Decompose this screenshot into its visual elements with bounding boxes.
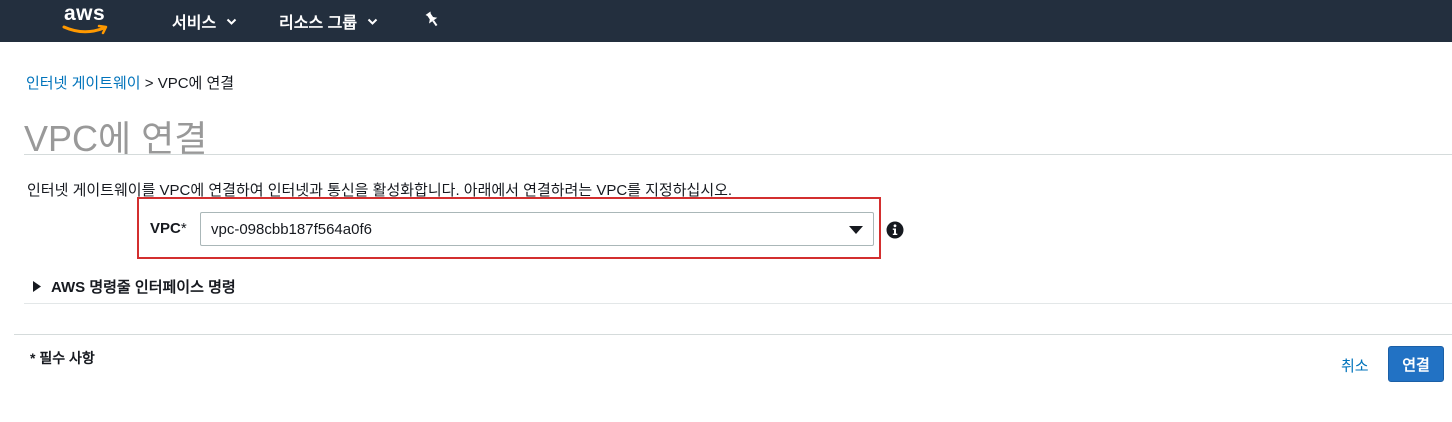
- nav-services-label: 서비스: [172, 15, 217, 32]
- title-divider: [24, 154, 1452, 155]
- aws-logo-text: aws: [64, 2, 106, 25]
- breadcrumb-current: VPC에 연결: [157, 75, 235, 92]
- vpc-field-label: VPC*: [150, 220, 187, 237]
- breadcrumb-separator: >: [140, 75, 158, 92]
- nav-resource-groups[interactable]: 리소스 그룹: [279, 9, 378, 33]
- aws-logo[interactable]: aws: [62, 2, 114, 38]
- cli-command-expander[interactable]: AWS 명령줄 인터페이스 명령: [33, 276, 236, 297]
- breadcrumb: 인터넷 게이트웨이 > VPC에 연결: [26, 72, 234, 93]
- required-note: * 필수 사항: [30, 350, 95, 366]
- vpc-select-value: vpc-098cbb187f564a0f6: [211, 221, 372, 238]
- aws-smile-icon: [62, 24, 108, 35]
- expand-triangle-icon: [33, 281, 41, 292]
- footer-divider: [14, 334, 1452, 335]
- caret-down-icon: [849, 226, 863, 234]
- vpc-label-text: VPC: [150, 220, 181, 237]
- required-mark: *: [180, 220, 187, 237]
- nav-services[interactable]: 서비스: [172, 9, 237, 33]
- chevron-down-icon: [367, 18, 378, 25]
- cli-divider: [24, 303, 1452, 304]
- breadcrumb-internet-gateway-link[interactable]: 인터넷 게이트웨이: [26, 75, 141, 92]
- top-nav-bar: aws 서비스 리소스 그룹: [0, 0, 1452, 42]
- connect-button[interactable]: 연결: [1388, 346, 1444, 382]
- vpc-select[interactable]: vpc-098cbb187f564a0f6: [200, 212, 874, 246]
- chevron-down-icon: [226, 18, 237, 25]
- info-icon[interactable]: [886, 221, 904, 239]
- pin-icon[interactable]: [424, 11, 440, 29]
- nav-resource-groups-label: 리소스 그룹: [279, 15, 358, 32]
- cancel-button[interactable]: 취소: [1341, 355, 1369, 376]
- cli-command-label: AWS 명령줄 인터페이스 명령: [51, 279, 236, 296]
